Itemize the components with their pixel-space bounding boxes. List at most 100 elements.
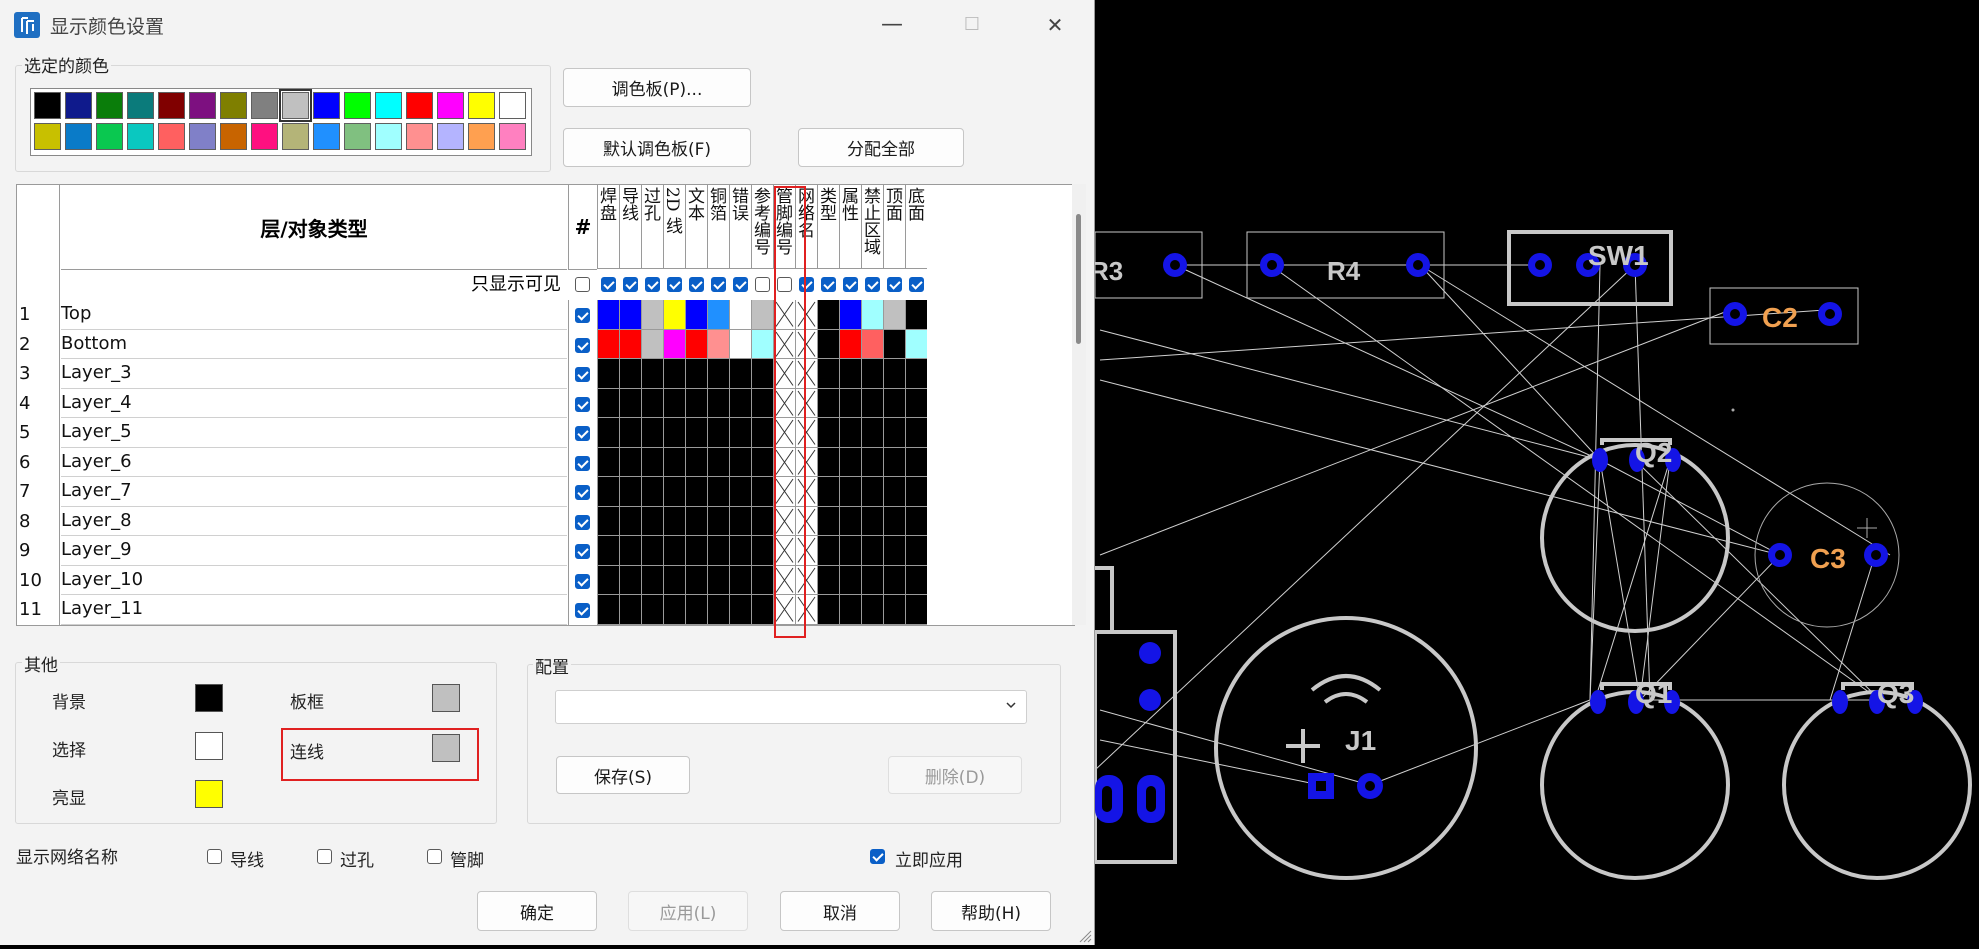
palette-swatch[interactable] — [127, 123, 154, 150]
palette-swatch[interactable] — [468, 123, 495, 150]
color-cell[interactable] — [663, 447, 685, 477]
table-row[interactable]: 5 Layer_5 — [17, 418, 1074, 448]
color-cell[interactable] — [751, 447, 773, 477]
layer-enabled-checkbox[interactable] — [575, 396, 590, 412]
via-checkbox[interactable] — [317, 849, 332, 864]
column-header[interactable]: 过孔 — [641, 185, 663, 269]
resize-grip-icon[interactable] — [1078, 928, 1092, 945]
palette-swatch[interactable] — [34, 92, 61, 119]
visible-only-checkbox[interactable] — [887, 277, 902, 292]
color-cell[interactable] — [641, 300, 663, 330]
layer-name[interactable]: Layer_9 — [61, 539, 132, 560]
color-cell[interactable] — [597, 359, 619, 389]
color-cell[interactable] — [707, 329, 729, 359]
color-cell[interactable] — [641, 477, 663, 507]
palette-swatch[interactable] — [34, 123, 61, 150]
color-cell[interactable] — [883, 565, 905, 595]
color-cell[interactable] — [597, 595, 619, 625]
color-cell[interactable] — [597, 565, 619, 595]
pin-checkbox[interactable] — [427, 849, 442, 864]
color-cell[interactable] — [861, 388, 883, 418]
palette-swatch[interactable] — [251, 92, 278, 119]
table-row[interactable]: 9 Layer_9 — [17, 536, 1074, 566]
trace-checkbox[interactable] — [207, 849, 222, 864]
ok-button[interactable]: 确定 — [477, 891, 597, 931]
layer-enabled-checkbox[interactable] — [575, 455, 590, 471]
visible-only-checkbox[interactable] — [865, 277, 880, 292]
grid-scrollbar-thumb[interactable] — [1076, 214, 1081, 344]
color-cell[interactable] — [861, 536, 883, 566]
color-cell[interactable] — [751, 388, 773, 418]
color-cell[interactable] — [817, 388, 839, 418]
color-cell[interactable] — [839, 300, 861, 330]
color-cell[interactable] — [663, 418, 685, 448]
color-cell[interactable] — [597, 300, 619, 330]
help-button[interactable]: 帮助(H) — [931, 891, 1051, 931]
color-cell[interactable] — [751, 506, 773, 536]
color-cell[interactable] — [817, 447, 839, 477]
color-cell[interactable] — [751, 536, 773, 566]
color-cell[interactable] — [729, 329, 751, 359]
color-cell[interactable] — [663, 388, 685, 418]
color-cell[interactable] — [685, 477, 707, 507]
visible-only-checkbox[interactable] — [645, 277, 660, 292]
layer-name[interactable]: Layer_8 — [61, 510, 132, 531]
color-cell[interactable] — [751, 477, 773, 507]
color-cell[interactable] — [861, 329, 883, 359]
color-cell[interactable] — [685, 300, 707, 330]
palette-swatch[interactable] — [251, 123, 278, 150]
palette-swatch[interactable] — [127, 92, 154, 119]
layer-enabled-checkbox[interactable] — [575, 514, 590, 530]
visible-only-checkbox[interactable] — [909, 277, 924, 292]
color-cell[interactable] — [707, 477, 729, 507]
palette-swatch[interactable] — [313, 92, 340, 119]
color-cell[interactable] — [817, 595, 839, 625]
delete-button[interactable]: 删除(D) — [888, 756, 1022, 794]
color-cell[interactable] — [751, 595, 773, 625]
color-cell[interactable] — [817, 329, 839, 359]
color-cell[interactable] — [861, 447, 883, 477]
column-header[interactable]: 焊盘 — [597, 185, 619, 269]
color-cell[interactable] — [685, 595, 707, 625]
color-cell[interactable] — [619, 536, 641, 566]
color-cell[interactable] — [817, 506, 839, 536]
default-palette-button[interactable]: 默认调色板(F) — [563, 128, 751, 167]
table-row[interactable]: 6 Layer_6 — [17, 447, 1074, 477]
palette-swatch[interactable] — [220, 123, 247, 150]
color-cell[interactable] — [729, 418, 751, 448]
table-row[interactable]: 7 Layer_7 — [17, 477, 1074, 507]
layer-enabled-checkbox[interactable] — [575, 367, 590, 382]
color-cell[interactable] — [641, 447, 663, 477]
visible-only-checkbox[interactable] — [601, 277, 616, 292]
color-cell[interactable] — [641, 388, 663, 418]
column-header[interactable]: 底面 — [905, 185, 927, 269]
selection-swatch[interactable] — [195, 732, 223, 760]
color-cell[interactable] — [905, 536, 927, 566]
palette-swatch[interactable] — [344, 92, 371, 119]
color-cell[interactable] — [817, 359, 839, 389]
color-cell[interactable] — [861, 595, 883, 625]
table-row[interactable]: 8 Layer_8 — [17, 506, 1074, 536]
color-cell[interactable] — [619, 329, 641, 359]
color-cell[interactable] — [905, 506, 927, 536]
visible-only-checkbox[interactable] — [843, 277, 858, 292]
column-header[interactable]: 顶面 — [883, 185, 905, 269]
layer-enabled-checkbox[interactable] — [575, 337, 590, 353]
grid-scrollbar[interactable] — [1072, 184, 1086, 625]
color-cell[interactable] — [663, 477, 685, 507]
pcb-canvas[interactable]: R3 R4 SW1 C2 Q2 C3 Q1 Q3 J1 — [1090, 0, 1979, 945]
color-cell[interactable] — [641, 359, 663, 389]
palette-swatch[interactable] — [65, 92, 92, 119]
color-cell[interactable] — [883, 595, 905, 625]
apply-button[interactable]: 应用(L) — [628, 891, 748, 931]
color-cell[interactable] — [729, 447, 751, 477]
save-button[interactable]: 保存(S) — [556, 756, 690, 794]
color-cell[interactable] — [619, 565, 641, 595]
visible-only-checkbox[interactable] — [711, 277, 726, 292]
layer-enabled-checkbox[interactable] — [575, 426, 590, 441]
color-cell[interactable] — [817, 477, 839, 507]
palette-swatch[interactable] — [279, 89, 312, 122]
color-cell[interactable] — [883, 388, 905, 418]
palette-swatch[interactable] — [344, 123, 371, 150]
board-outline-swatch[interactable] — [432, 684, 460, 712]
